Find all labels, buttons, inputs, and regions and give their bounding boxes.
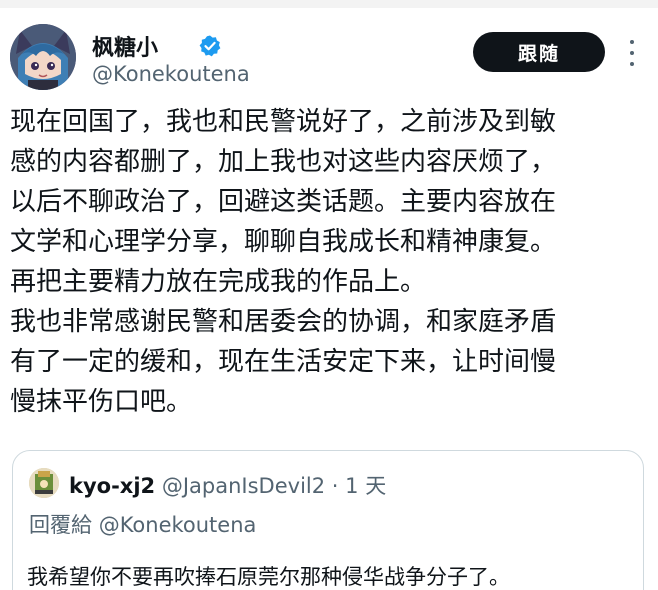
follow-button[interactable]: 跟随 xyxy=(473,32,605,72)
quote-separator: · xyxy=(331,474,339,498)
tweet-line: 我也非常感谢民警和居委会的协调，和家庭矛盾 xyxy=(10,307,557,337)
more-dot xyxy=(630,62,634,66)
avatar-image xyxy=(10,24,76,90)
tweet-line: 以后不聊政治了，回避这类话题。主要内容放在 xyxy=(10,187,557,217)
tweet-line: 文学和心理学分享，聊聊自我成长和精神康复。 xyxy=(10,227,557,257)
quote-timestamp[interactable]: 1 天 xyxy=(345,474,386,498)
tweet-line: 再把主要精力放在完成我的作品上。 xyxy=(10,267,427,297)
reply-to-line: 回覆給 @Konekoutena xyxy=(29,509,256,539)
tweet-line: 有了一定的缓和，现在生活安定下来，让时间慢 xyxy=(10,347,557,377)
quote-author-avatar[interactable] xyxy=(29,468,59,498)
quote-header: kyo-xj2 @JapanIsDevil2 · 1 天 xyxy=(69,470,386,500)
quote-author-handle[interactable]: @JapanIsDevil2 xyxy=(162,474,325,498)
tweet-text: 现在回国了，我也和民警说好了，之前涉及到敏 感的内容都删了，加上我也对这些内容厌… xyxy=(10,102,654,422)
author-display-name[interactable]: 枫糖小 xyxy=(92,30,158,62)
top-strip xyxy=(0,0,658,8)
more-vertical-icon[interactable] xyxy=(624,40,640,66)
reply-to-label: 回覆給 xyxy=(29,513,92,537)
quote-text: 我希望你不要再吹捧石原莞尔那种侵华战争分子了。 xyxy=(27,565,510,589)
quote-avatar-image xyxy=(29,468,59,498)
reply-to-handle[interactable]: @Konekoutena xyxy=(99,513,257,537)
author-handle[interactable]: @Konekoutena xyxy=(92,62,250,86)
more-dot xyxy=(630,51,634,55)
tweet-line: 慢抹平伤口吧。 xyxy=(10,387,193,417)
tweet-line: 现在回国了，我也和民警说好了，之前涉及到敏 xyxy=(10,107,557,137)
tweet-line: 感的内容都删了，加上我也对这些内容厌烦了， xyxy=(10,147,557,177)
verified-badge-icon xyxy=(199,35,221,57)
quote-author-name[interactable]: kyo-xj2 xyxy=(69,474,155,498)
author-avatar[interactable] xyxy=(10,24,76,90)
quoted-tweet-card[interactable]: kyo-xj2 @JapanIsDevil2 · 1 天 回覆給 @Koneko… xyxy=(12,450,644,590)
more-dot xyxy=(630,40,634,44)
